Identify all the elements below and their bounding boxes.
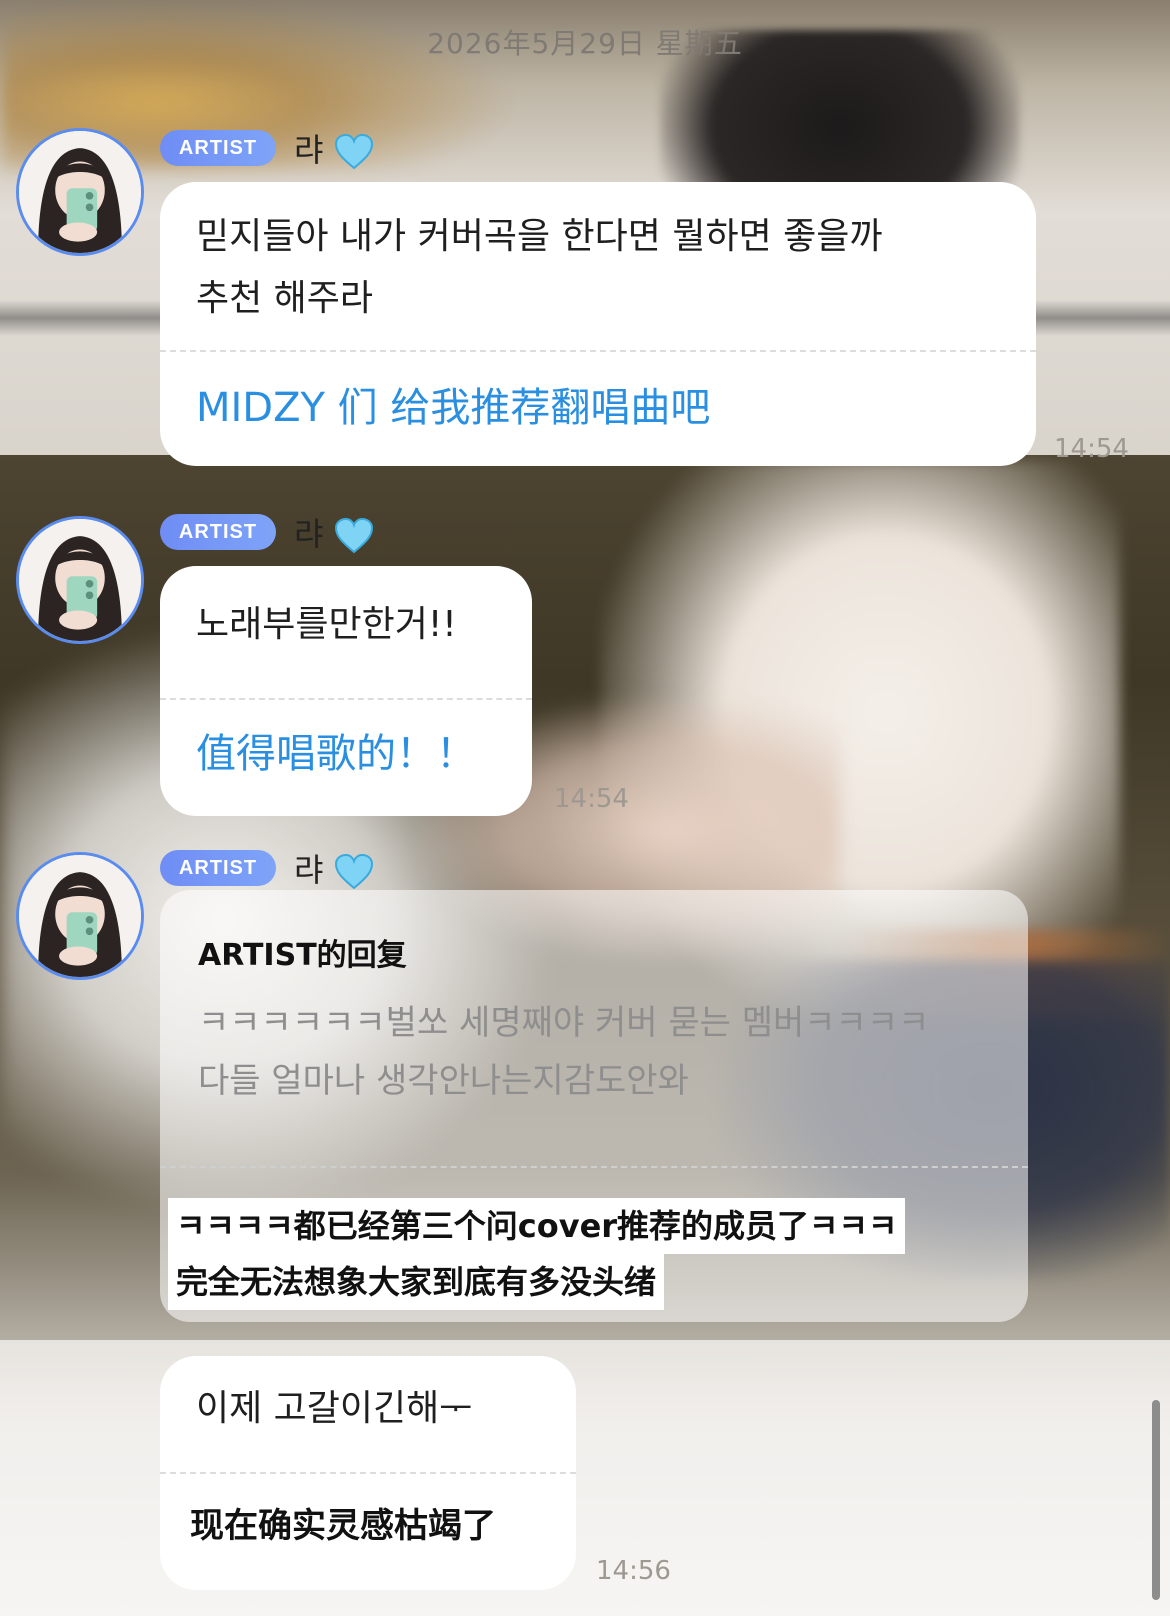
- quoted-line: ㅋㅋㅋㅋㅋㅋ벌쏘 세명째야 커버 묻는 멤버ㅋㅋㅋㅋ: [198, 1003, 930, 1043]
- blue-heart-icon: [334, 518, 373, 554]
- sender-row: ARTIST 랴: [160, 125, 374, 171]
- message-bubble[interactable]: 이제 고갈이긴해ᅮ 现在确实灵感枯竭了: [160, 1356, 576, 1590]
- message-translation: MIDZY 们 给我推荐翻唱曲吧: [196, 385, 711, 431]
- date-separator: 2026年5月29日 星期五: [427, 27, 743, 60]
- message-original: 이제 고갈이긴해ᅮ: [196, 1388, 473, 1429]
- message-time: 14:56: [596, 1556, 671, 1586]
- message-original: 노래부를만한거!!: [196, 604, 457, 645]
- message-time: 14:54: [1054, 434, 1129, 464]
- reply-title: ARTIST的回复: [198, 938, 407, 973]
- message-translation: 值得唱歌的！！: [196, 731, 476, 777]
- message-time: 14:54: [554, 784, 629, 814]
- scrollbar[interactable]: [1152, 1400, 1160, 1600]
- blue-heart-icon: [334, 854, 373, 890]
- reply-translation-line: ㅋㅋㅋㅋ都已经第三个问cover推荐的成员了ㅋㅋㅋ: [168, 1198, 906, 1254]
- artist-badge: ARTIST: [160, 130, 276, 166]
- sender-name[interactable]: 랴: [294, 509, 374, 555]
- reply-quote-bubble[interactable]: ARTIST的回复 ㅋㅋㅋㅋㅋㅋ벌쏘 세명째야 커버 묻는 멤버ㅋㅋㅋㅋ 다들 …: [160, 890, 1028, 1322]
- quoted-line: 다들 얼마나 생각안나는지감도안와: [198, 1061, 689, 1101]
- message-translation: 现在确实灵感枯竭了: [190, 1506, 496, 1546]
- sender-avatar[interactable]: [16, 852, 144, 980]
- message-bubble[interactable]: 믿지들아 내가 커버곡을 한다면 뭘하면 좋을까 추천 해주라 MIDZY 们 …: [160, 182, 1036, 466]
- sender-avatar[interactable]: [16, 128, 144, 256]
- translation-divider: [160, 1166, 1028, 1168]
- sender-name[interactable]: 랴: [294, 125, 374, 171]
- quoted-message: ㅋㅋㅋㅋㅋㅋ벌쏘 세명째야 커버 묻는 멤버ㅋㅋㅋㅋ 다들 얼마나 생각안나는지…: [198, 994, 998, 1110]
- artist-badge: ARTIST: [160, 514, 276, 550]
- blue-heart-icon: [334, 134, 373, 170]
- artist-badge: ARTIST: [160, 850, 276, 886]
- reply-translation-line: 完全无法想象大家到底有多没头绪: [168, 1254, 665, 1310]
- sender-row: ARTIST 랴: [160, 845, 374, 891]
- translation-divider: [160, 698, 532, 700]
- message-bubble[interactable]: 노래부를만한거!! 值得唱歌的！！: [160, 566, 532, 816]
- sender-name[interactable]: 랴: [294, 845, 374, 891]
- sender-avatar[interactable]: [16, 516, 144, 644]
- message-original-line: 믿지들아 내가 커버곡을 한다면 뭘하면 좋을까: [196, 216, 883, 257]
- translation-divider: [160, 350, 1036, 352]
- translation-divider: [160, 1472, 576, 1474]
- message-original-line: 추천 해주라: [196, 278, 374, 319]
- sender-row: ARTIST 랴: [160, 509, 374, 555]
